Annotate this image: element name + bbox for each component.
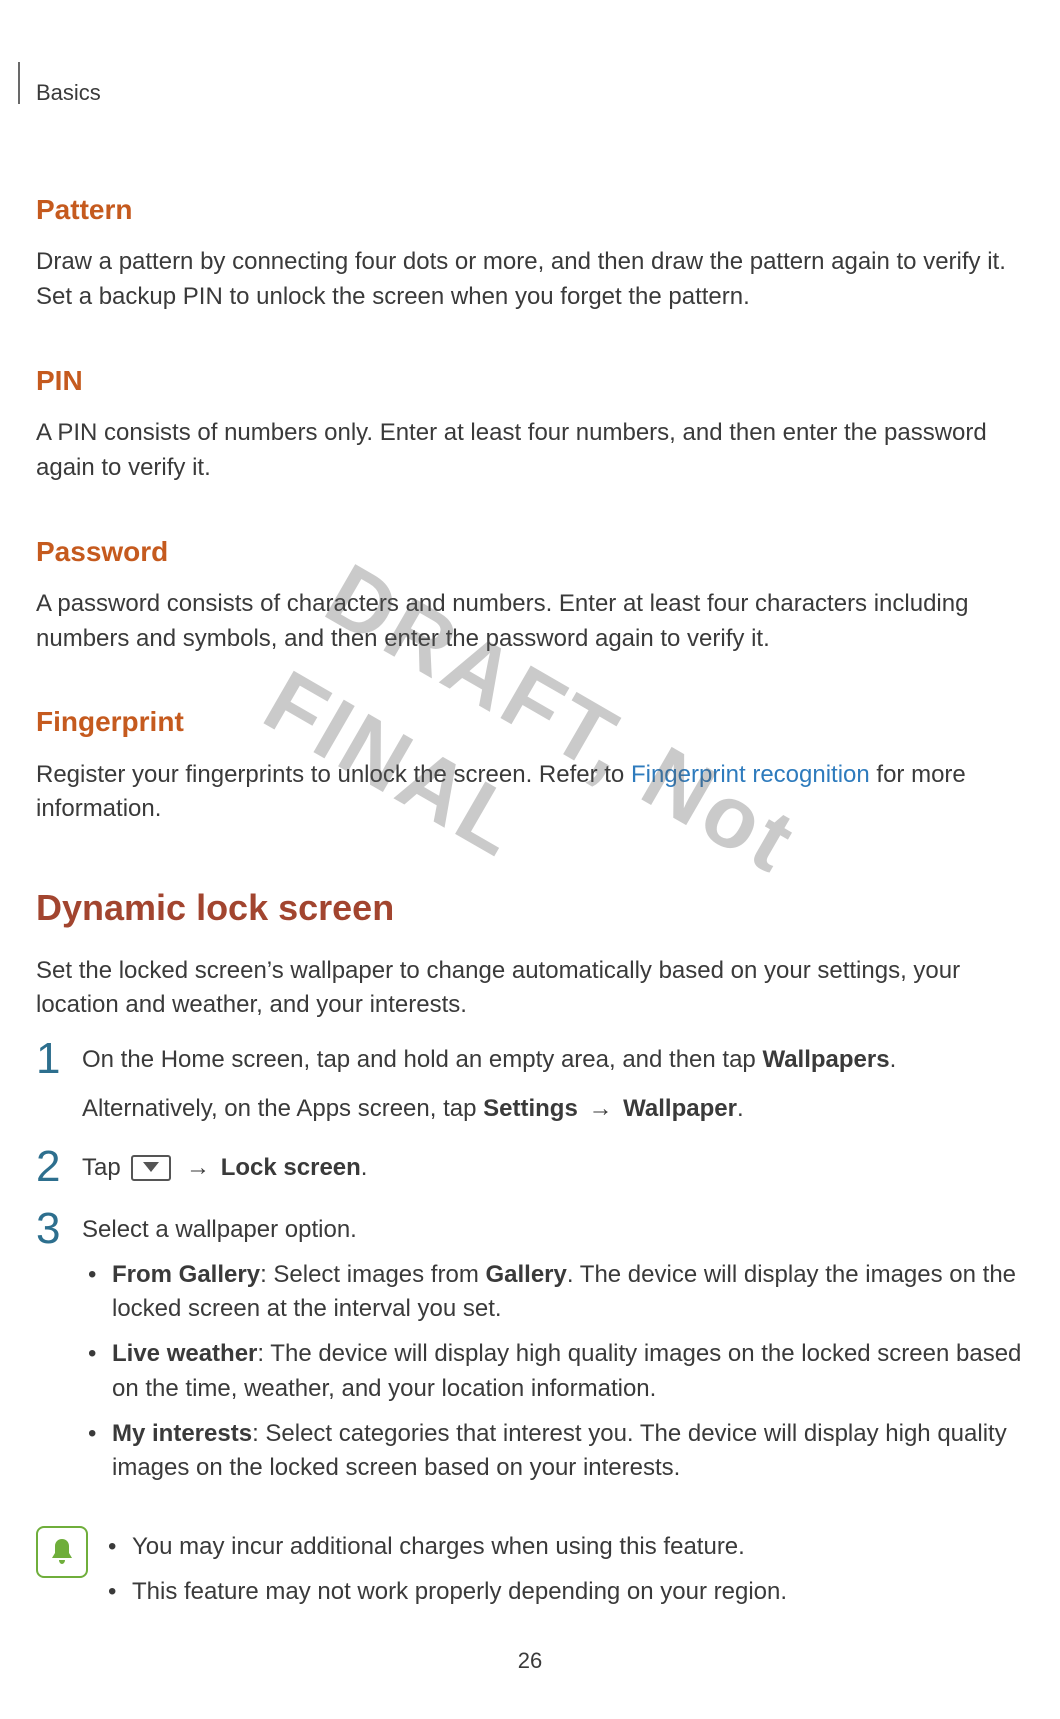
arrow-icon: → <box>582 1095 619 1122</box>
step-number-2: 2 <box>36 1145 82 1189</box>
bullet-from-gallery: From Gallery: Select images from Gallery… <box>82 1258 1024 1328</box>
step1-line2-pre: Alternatively, on the Apps screen, tap <box>82 1095 483 1122</box>
heading-dynamic-lock-screen: Dynamic lock screen <box>36 883 1024 933</box>
bullet-1-bold: Live weather <box>112 1340 257 1367</box>
step1-line2-post: . <box>737 1095 744 1122</box>
step1-line1-pre: On the Home screen, tap and hold an empt… <box>82 1046 762 1073</box>
step2-bold: Lock screen <box>221 1154 361 1181</box>
note-item-0: You may incur additional charges when us… <box>102 1530 1024 1565</box>
running-header: Basics <box>36 78 101 109</box>
step-2-body: Tap → Lock screen. <box>82 1151 1024 1186</box>
step1-line2-bold2: Wallpaper <box>623 1095 737 1122</box>
step-1-body: On the Home screen, tap and hold an empt… <box>82 1043 1024 1127</box>
dropdown-icon <box>131 1155 171 1181</box>
bell-icon <box>36 1526 88 1578</box>
step-3: 3 Select a wallpaper option. From Galler… <box>36 1213 1024 1497</box>
note-list: You may incur additional charges when us… <box>102 1520 1024 1620</box>
side-rule <box>18 62 20 104</box>
bullet-0-bold2: Gallery <box>485 1261 566 1288</box>
step3-bullets: From Gallery: Select images from Gallery… <box>82 1258 1024 1487</box>
bullet-live-weather: Live weather: The device will display hi… <box>82 1337 1024 1407</box>
heading-fingerprint: Fingerprint <box>36 702 1024 741</box>
step1-line1-post: . <box>890 1046 897 1073</box>
paragraph-pattern: Draw a pattern by connecting four dots o… <box>36 245 1024 315</box>
step1-line1-bold: Wallpapers <box>762 1046 889 1073</box>
heading-pattern: Pattern <box>36 190 1024 229</box>
steps-list: 1 On the Home screen, tap and hold an em… <box>36 1043 1024 1496</box>
bullet-0-text: : Select images from <box>260 1261 485 1288</box>
step-3-body: Select a wallpaper option. From Gallery:… <box>82 1213 1024 1497</box>
page-content: Pattern Draw a pattern by connecting fou… <box>36 190 1024 1620</box>
arrow-icon: → <box>179 1154 216 1181</box>
paragraph-dynamic-intro: Set the locked screen’s wallpaper to cha… <box>36 954 1024 1024</box>
step1-line2-bold1: Settings <box>483 1095 578 1122</box>
note-block: You may incur additional charges when us… <box>36 1520 1024 1620</box>
step3-text: Select a wallpaper option. <box>82 1213 1024 1248</box>
step-number-1: 1 <box>36 1037 82 1081</box>
bullet-2-bold: My interests <box>112 1420 252 1447</box>
bullet-my-interests: My interests: Select categories that int… <box>82 1417 1024 1487</box>
step-1: 1 On the Home screen, tap and hold an em… <box>36 1043 1024 1127</box>
paragraph-fingerprint: Register your fingerprints to unlock the… <box>36 758 1024 828</box>
step2-post: . <box>361 1154 368 1181</box>
fingerprint-body-pre: Register your fingerprints to unlock the… <box>36 761 631 788</box>
step-2: 2 Tap → Lock screen. <box>36 1151 1024 1189</box>
step2-pre: Tap <box>82 1154 127 1181</box>
link-fingerprint-recognition[interactable]: Fingerprint recognition <box>631 761 870 788</box>
manual-page: Basics DRAFT, Not FINAL Pattern Draw a p… <box>0 0 1060 1719</box>
heading-password: Password <box>36 532 1024 571</box>
bullet-0-bold: From Gallery <box>112 1261 260 1288</box>
heading-pin: PIN <box>36 361 1024 400</box>
paragraph-pin: A PIN consists of numbers only. Enter at… <box>36 416 1024 486</box>
page-number: 26 <box>0 1646 1060 1677</box>
paragraph-password: A password consists of characters and nu… <box>36 587 1024 657</box>
note-item-1: This feature may not work properly depen… <box>102 1575 1024 1610</box>
step-number-3: 3 <box>36 1207 82 1251</box>
